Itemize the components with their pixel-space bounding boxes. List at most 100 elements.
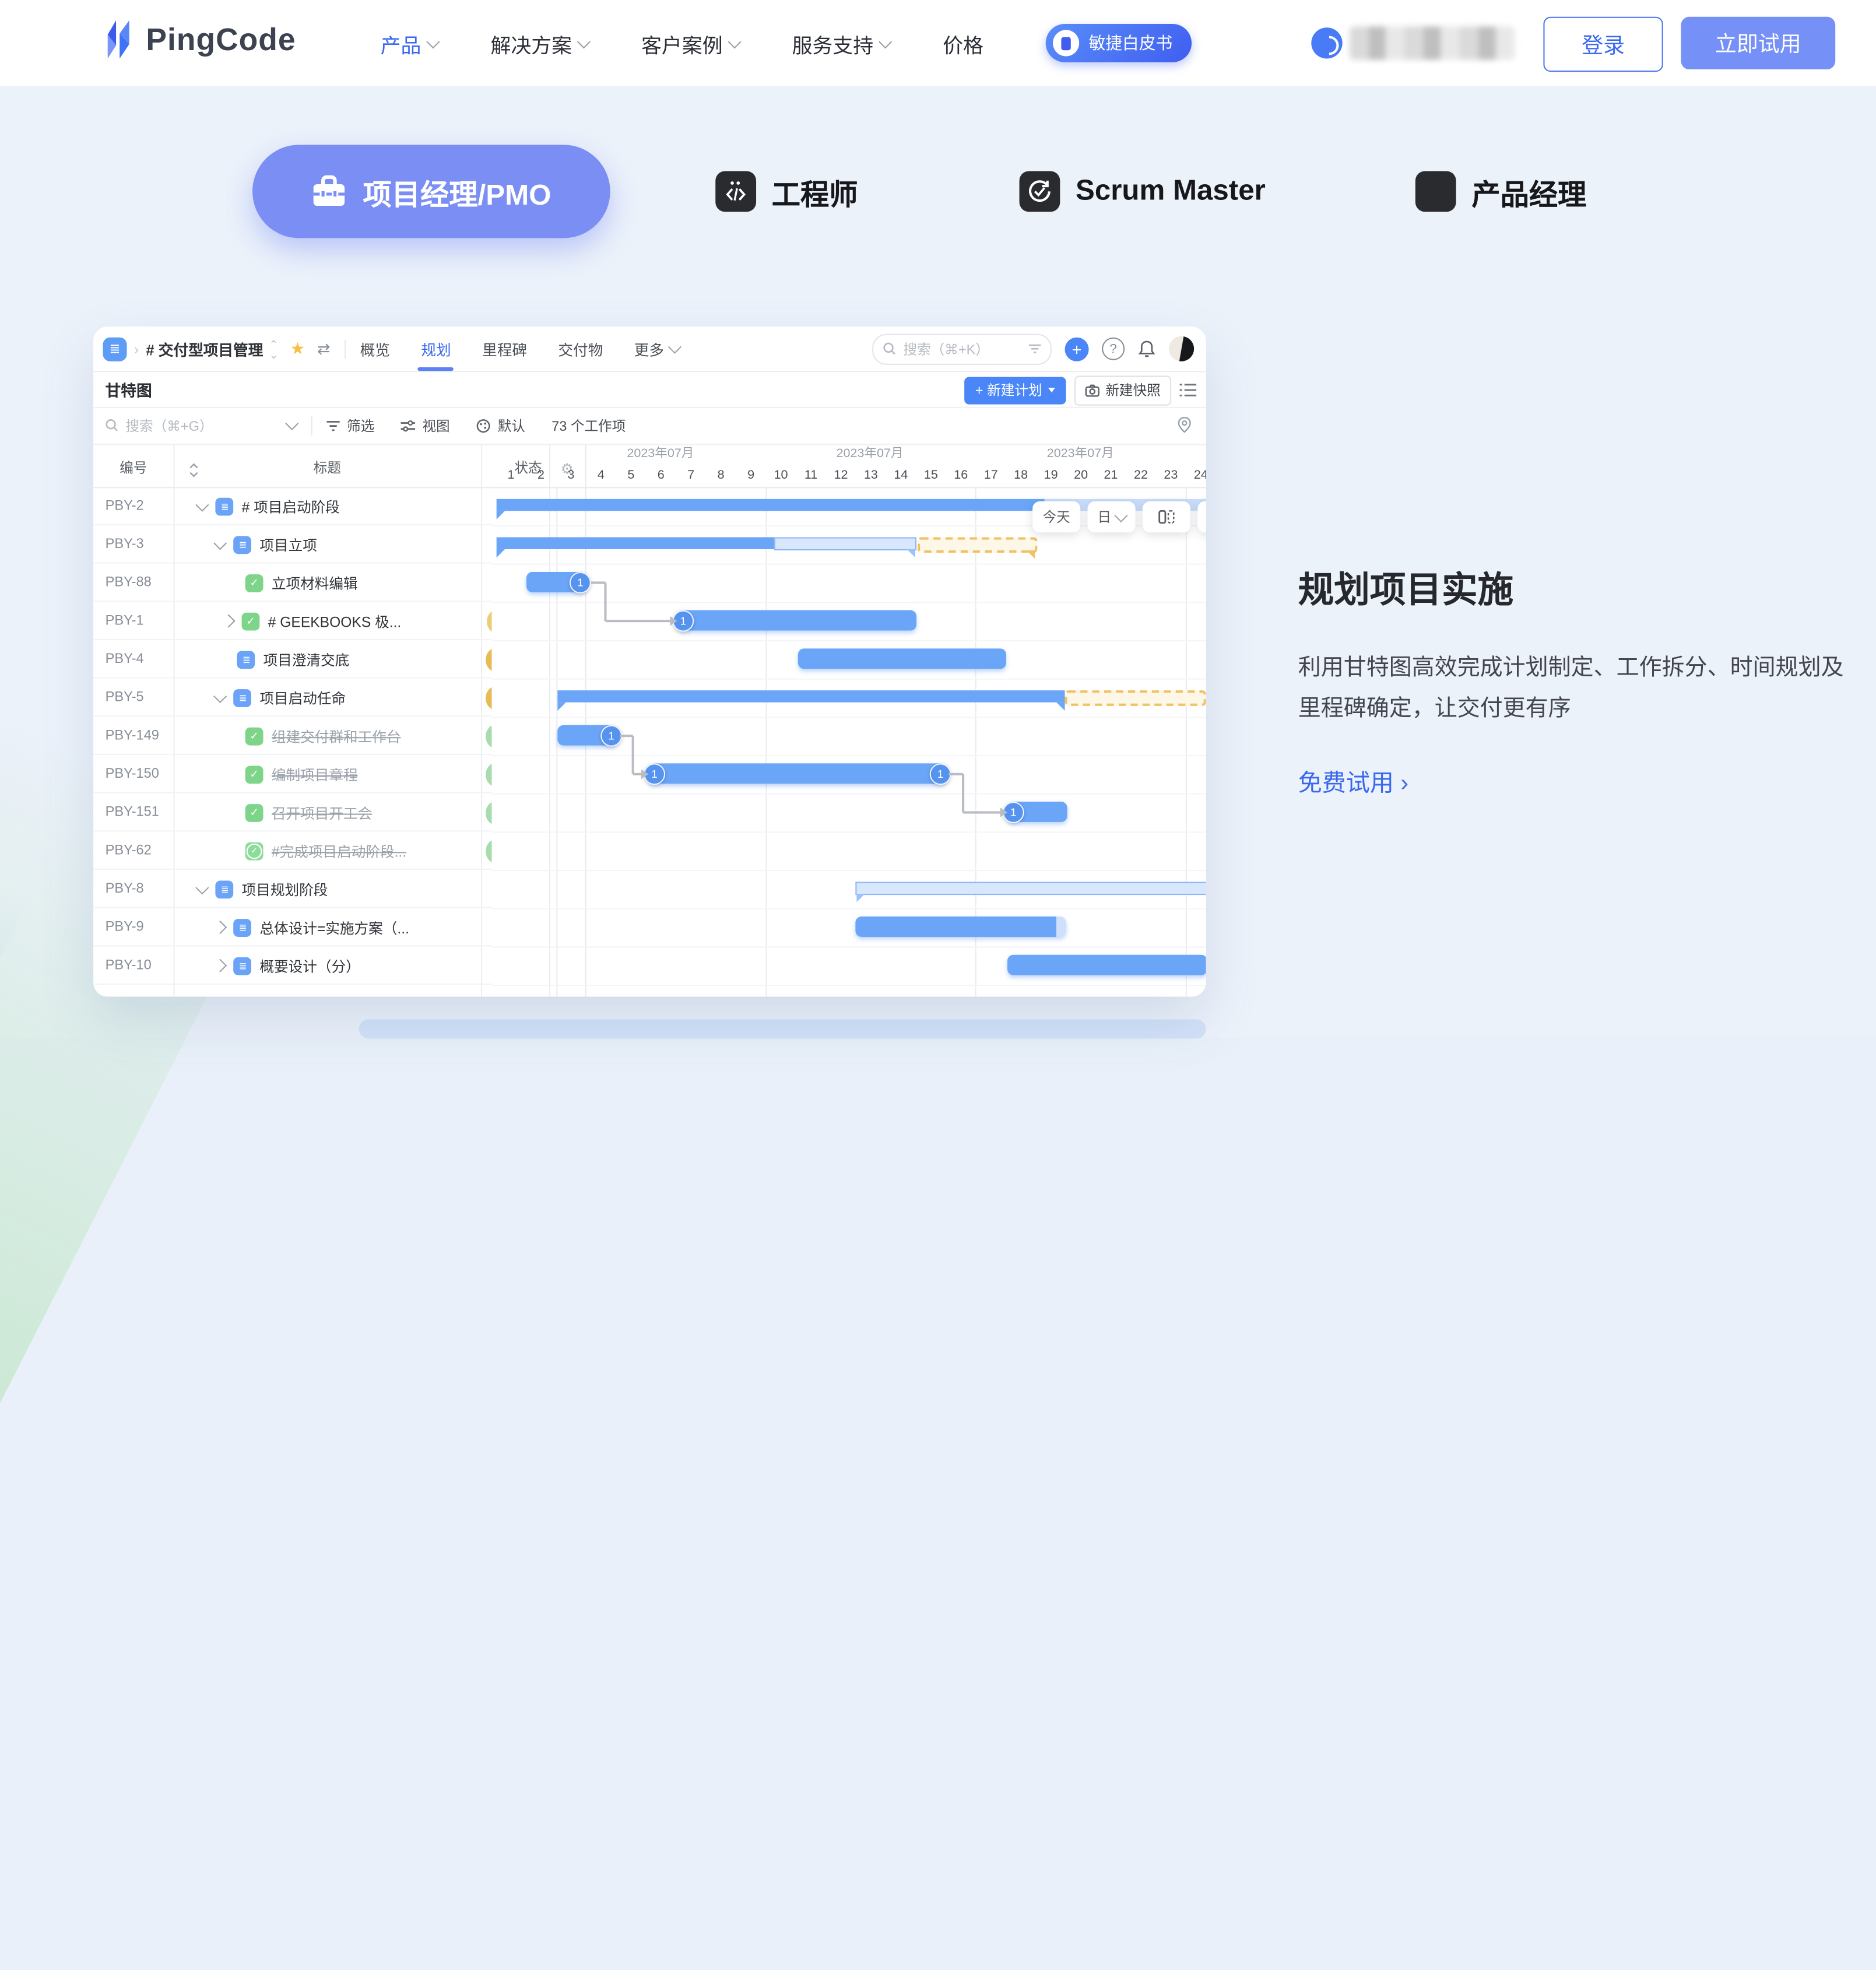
table-row[interactable]: 打开 <box>93 985 491 997</box>
app-tab[interactable]: 规划 <box>421 326 451 371</box>
gantt-search-input[interactable]: 搜索（⌘+G） <box>106 416 297 435</box>
gantt-chart[interactable]: 2023年07月2023年07月2023年07月1234567891011121… <box>491 444 1206 996</box>
table-row[interactable]: PBY-88✓立项材料编辑打开 <box>93 564 491 602</box>
work-item-title[interactable]: 组建交付群和工作台 <box>272 726 401 746</box>
nav-item[interactable]: 客户案例 <box>641 28 739 58</box>
gantt-summary-bar[interactable] <box>557 690 1065 703</box>
gantt-task-bar[interactable] <box>798 648 1006 669</box>
work-item-title[interactable]: 编制项目章程 <box>272 764 358 784</box>
gantt-task-bar[interactable] <box>1007 955 1206 975</box>
gantt-task-bar[interactable]: 1 <box>557 725 617 746</box>
work-item-title[interactable]: 立项材料编辑 <box>272 573 358 593</box>
table-row[interactable]: PBY-149✓组建交付群和工作台已完成 <box>93 717 491 755</box>
new-snapshot-button[interactable]: 新建快照 <box>1074 375 1171 405</box>
scale-select[interactable]: 日 <box>1088 501 1136 532</box>
persona-tab[interactable]: 项目经理/PMO <box>252 145 610 238</box>
work-item-title[interactable]: 概要设计（分） <box>259 956 360 976</box>
gantt-planned-range[interactable] <box>1065 690 1206 706</box>
fullscreen-button[interactable] <box>1197 501 1206 532</box>
help-icon[interactable]: ? <box>1102 338 1125 360</box>
nav-item[interactable]: 服务支持 <box>792 28 890 58</box>
dependency-count-badge[interactable]: 1 <box>570 571 591 593</box>
dependency-count-badge[interactable]: 1 <box>600 725 622 746</box>
gantt-task-bar[interactable]: 1 <box>526 572 586 592</box>
table-row[interactable]: PBY-2≣# 项目启动阶段打开 <box>93 487 491 525</box>
favorite-star-icon[interactable]: ★ <box>290 339 305 359</box>
gantt-summary-bar[interactable] <box>774 537 916 550</box>
tab-more[interactable]: 更多 <box>634 338 680 360</box>
gantt-summary-bar[interactable] <box>855 882 1206 896</box>
table-row[interactable]: PBY-62✓#完成项目启动阶段...已完成 <box>93 831 491 870</box>
brand[interactable]: PingCode <box>100 19 296 60</box>
whitepaper-badge[interactable]: 敏捷白皮书 <box>1046 24 1192 62</box>
work-item-title[interactable]: 项目规划阶段 <box>242 879 328 899</box>
theme-button[interactable]: 默认 <box>476 416 525 435</box>
app-tab[interactable]: 交付物 <box>558 326 603 371</box>
nav-item[interactable]: 解决方案 <box>490 28 588 58</box>
nav-item[interactable]: 产品 <box>381 28 438 58</box>
view-list-icon[interactable] <box>1180 383 1197 398</box>
status-badge[interactable]: 进行中 <box>486 647 492 672</box>
free-trial-link[interactable]: 免费试用 › <box>1298 763 1408 798</box>
table-row[interactable]: PBY-150✓编制项目章程已完成 <box>93 755 491 793</box>
work-item-title[interactable]: 项目澄清交底 <box>264 649 350 669</box>
status-badge[interactable]: 进行中 <box>486 685 492 710</box>
project-icon[interactable]: ≣ <box>103 337 127 361</box>
work-item-title[interactable]: # GEEKBOOKS 极... <box>268 611 402 631</box>
create-button[interactable]: + <box>1065 337 1089 361</box>
persona-tab[interactable]: 产品经理 <box>1415 145 1586 238</box>
gantt-planned-range[interactable] <box>918 537 1037 553</box>
table-row[interactable]: PBY-4≣项目澄清交底进行中 <box>93 640 491 679</box>
gantt-summary-bar[interactable] <box>497 499 1045 511</box>
status-badge[interactable]: 已完成 <box>486 800 492 825</box>
nav-item[interactable]: 价格 <box>943 28 983 58</box>
work-item-title[interactable]: 项目立项 <box>259 534 317 554</box>
work-item-title[interactable]: 项目启动任命 <box>259 687 346 708</box>
expand-chevron-icon[interactable] <box>195 880 209 894</box>
status-badge[interactable]: 产品... <box>486 609 491 634</box>
work-item-title[interactable]: # 项目启动阶段 <box>242 496 340 517</box>
column-header-id[interactable]: 编号 <box>93 444 174 487</box>
status-badge[interactable]: 已完成 <box>486 838 492 863</box>
table-row[interactable]: PBY-8≣项目规划阶段打开 <box>93 870 491 908</box>
filter-button[interactable]: 筛选 <box>326 416 374 435</box>
notification-bell-icon[interactable] <box>1138 339 1156 359</box>
table-row[interactable]: PBY-10≣概要设计（分）打开 <box>93 946 491 985</box>
gantt-task-bar[interactable] <box>855 916 1066 937</box>
expand-chevron-icon[interactable] <box>222 614 235 628</box>
user-avatar[interactable] <box>1169 336 1194 361</box>
status-badge[interactable]: 已完成 <box>486 761 492 786</box>
table-row[interactable]: PBY-151✓召开项目开工会已完成 <box>93 793 491 832</box>
try-now-button[interactable]: 立即试用 <box>1681 17 1835 69</box>
status-badge[interactable]: 已完成 <box>486 724 492 749</box>
expand-chevron-icon[interactable] <box>213 536 227 549</box>
login-button[interactable]: 登录 <box>1543 17 1663 72</box>
table-row[interactable]: PBY-1✓# GEEKBOOKS 极...产品... <box>93 602 491 640</box>
table-row[interactable]: PBY-9≣总体设计=实施方案（...打开 <box>93 908 491 947</box>
gantt-task-bar[interactable]: 11 <box>648 763 946 784</box>
work-item-title[interactable]: 总体设计=实施方案（... <box>259 917 409 937</box>
new-plan-button[interactable]: + 新建计划 <box>964 376 1066 403</box>
work-item-title[interactable]: #完成项目启动阶段... <box>272 841 406 861</box>
project-switch-icon[interactable]: ⌃⌃ <box>269 339 278 359</box>
expand-chevron-icon[interactable] <box>213 921 227 934</box>
expand-chevron-icon[interactable] <box>213 959 227 972</box>
gantt-task-bar[interactable]: 1 <box>1007 802 1067 822</box>
gantt-body[interactable]: 111111今天日 <box>491 487 1206 996</box>
project-title[interactable]: # 交付型项目管理 <box>146 338 263 360</box>
today-button[interactable]: 今天 <box>1032 501 1080 532</box>
dependency-count-badge[interactable]: 1 <box>930 763 951 784</box>
app-tab[interactable]: 概览 <box>360 326 390 371</box>
app-tab[interactable]: 里程碑 <box>482 326 527 371</box>
work-item-title[interactable]: 召开项目开工会 <box>272 802 372 823</box>
view-settings-button[interactable]: 视图 <box>401 416 450 435</box>
table-row[interactable]: PBY-5≣项目启动任命进行中 <box>93 679 491 717</box>
column-header-title[interactable]: 标题 <box>174 444 481 487</box>
expand-chevron-icon[interactable] <box>195 497 209 511</box>
persona-tab[interactable]: Scrum Master <box>1020 145 1266 238</box>
global-search-input[interactable]: 搜索（⌘+K） <box>872 333 1052 364</box>
gantt-task-bar[interactable]: 1 <box>677 610 916 631</box>
expand-chevron-icon[interactable] <box>213 689 227 703</box>
table-row[interactable]: PBY-3≣项目立项打开 <box>93 525 491 564</box>
persona-tab[interactable]: 工程师 <box>715 145 858 238</box>
